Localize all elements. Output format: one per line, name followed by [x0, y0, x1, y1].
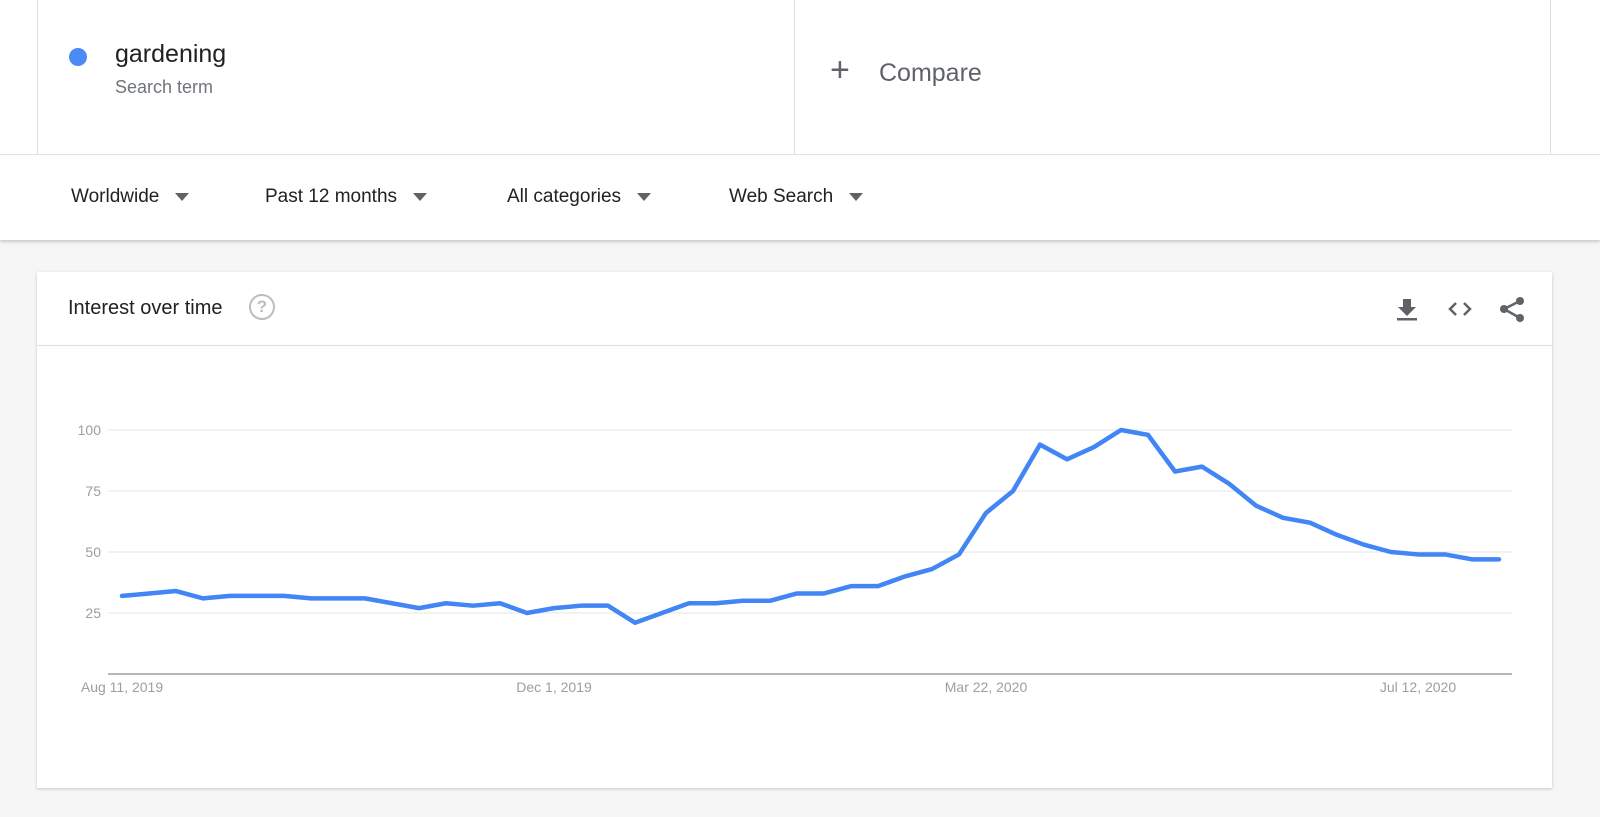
- data-point[interactable]: [1358, 539, 1370, 551]
- data-point[interactable]: [386, 597, 398, 609]
- data-point[interactable]: [818, 587, 830, 599]
- caret-down-icon: [637, 193, 652, 201]
- data-point[interactable]: [1277, 512, 1289, 524]
- data-point[interactable]: [1115, 424, 1127, 436]
- y-tick-label: 25: [85, 605, 101, 621]
- share-icon[interactable]: [1497, 294, 1527, 324]
- card-header: Interest over time ?: [37, 272, 1552, 346]
- data-point[interactable]: [602, 600, 614, 612]
- series-color-dot: [69, 48, 87, 66]
- filter-bar: Worldwide Past 12 months All categories …: [0, 156, 1600, 240]
- data-point[interactable]: [1439, 548, 1451, 560]
- data-point[interactable]: [143, 587, 155, 599]
- data-point[interactable]: [980, 507, 992, 519]
- search-term-type: Search term: [115, 77, 214, 97]
- time-range-filter-dropdown[interactable]: Past 12 months: [265, 186, 428, 208]
- data-point[interactable]: [1466, 553, 1478, 565]
- card-title: Interest over time: [68, 297, 223, 319]
- series-line-gardening: [119, 427, 1502, 626]
- x-tick-label: Dec 1, 2019: [516, 679, 592, 695]
- data-point[interactable]: [1250, 500, 1262, 512]
- data-point[interactable]: [1304, 517, 1316, 529]
- data-point[interactable]: [494, 597, 506, 609]
- data-point[interactable]: [440, 597, 452, 609]
- region-filter-dropdown[interactable]: Worldwide: [71, 186, 190, 208]
- embed-code-icon[interactable]: [1445, 294, 1475, 324]
- interest-over-time-card: Interest over time ? 25 50 75 100 Aug 11, 20…: [37, 272, 1552, 788]
- explore-header: gardening Search term + Compare Worldwid…: [0, 0, 1600, 240]
- compare-label: Compare: [879, 59, 982, 87]
- filter-label: All categories: [507, 186, 622, 207]
- data-point[interactable]: [1061, 453, 1073, 465]
- x-tick-label: Mar 22, 2020: [945, 679, 1028, 695]
- data-point[interactable]: [359, 592, 371, 604]
- data-point[interactable]: [872, 580, 884, 592]
- caret-down-icon: [849, 193, 864, 201]
- data-point[interactable]: [521, 607, 533, 619]
- data-point[interactable]: [1142, 429, 1154, 441]
- data-point[interactable]: [251, 590, 263, 602]
- data-point[interactable]: [1331, 529, 1343, 541]
- data-point[interactable]: [305, 592, 317, 604]
- data-point[interactable]: [278, 590, 290, 602]
- data-point[interactable]: [953, 548, 965, 560]
- data-point[interactable]: [224, 590, 236, 602]
- search-term-card[interactable]: gardening Search term: [37, 0, 794, 155]
- download-icon[interactable]: [1392, 294, 1422, 324]
- data-point[interactable]: [1196, 461, 1208, 473]
- interest-line-chart[interactable]: 25 50 75 100 Aug 11, 2019 Dec 1, 2019 Mar 22, …: [37, 346, 1552, 788]
- data-point[interactable]: [467, 600, 479, 612]
- search-type-filter-dropdown[interactable]: Web Search: [729, 186, 864, 208]
- search-terms-bar: gardening Search term + Compare: [0, 0, 1600, 155]
- filter-label: Worldwide: [71, 186, 160, 207]
- data-point[interactable]: [1223, 478, 1235, 490]
- caret-down-icon: [175, 193, 190, 201]
- y-tick-label: 100: [78, 422, 102, 438]
- compare-button[interactable]: + Compare: [794, 0, 1551, 155]
- data-point[interactable]: [737, 595, 749, 607]
- data-point[interactable]: [791, 587, 803, 599]
- filter-label: Web Search: [729, 186, 834, 207]
- data-point[interactable]: [575, 600, 587, 612]
- caret-down-icon: [413, 193, 428, 201]
- data-point[interactable]: [1169, 465, 1181, 477]
- data-point[interactable]: [413, 602, 425, 614]
- category-filter-dropdown[interactable]: All categories: [507, 186, 652, 208]
- data-point[interactable]: [899, 570, 911, 582]
- data-point[interactable]: [845, 580, 857, 592]
- search-term-name[interactable]: gardening: [115, 40, 226, 69]
- data-point[interactable]: [548, 602, 560, 614]
- data-point[interactable]: [1034, 439, 1046, 451]
- data-point[interactable]: [710, 597, 722, 609]
- x-tick-label: Jul 12, 2020: [1380, 679, 1456, 695]
- data-point[interactable]: [683, 597, 695, 609]
- data-point[interactable]: [926, 563, 938, 575]
- data-point[interactable]: [1007, 485, 1019, 497]
- filter-label: Past 12 months: [265, 186, 398, 207]
- data-point[interactable]: [332, 592, 344, 604]
- help-icon[interactable]: ?: [249, 294, 275, 320]
- y-tick-label: 75: [85, 483, 101, 499]
- x-tick-label: Aug 11, 2019: [81, 679, 163, 695]
- data-point[interactable]: [656, 607, 668, 619]
- data-point[interactable]: [1493, 553, 1505, 565]
- data-point[interactable]: [116, 590, 128, 602]
- data-point[interactable]: [197, 592, 209, 604]
- data-point[interactable]: [1385, 546, 1397, 558]
- plus-icon: +: [830, 51, 850, 89]
- data-point[interactable]: [1088, 441, 1100, 453]
- data-point[interactable]: [170, 585, 182, 597]
- data-point[interactable]: [629, 617, 641, 629]
- data-point[interactable]: [764, 595, 776, 607]
- data-point[interactable]: [1412, 548, 1424, 560]
- y-tick-label: 50: [85, 544, 101, 560]
